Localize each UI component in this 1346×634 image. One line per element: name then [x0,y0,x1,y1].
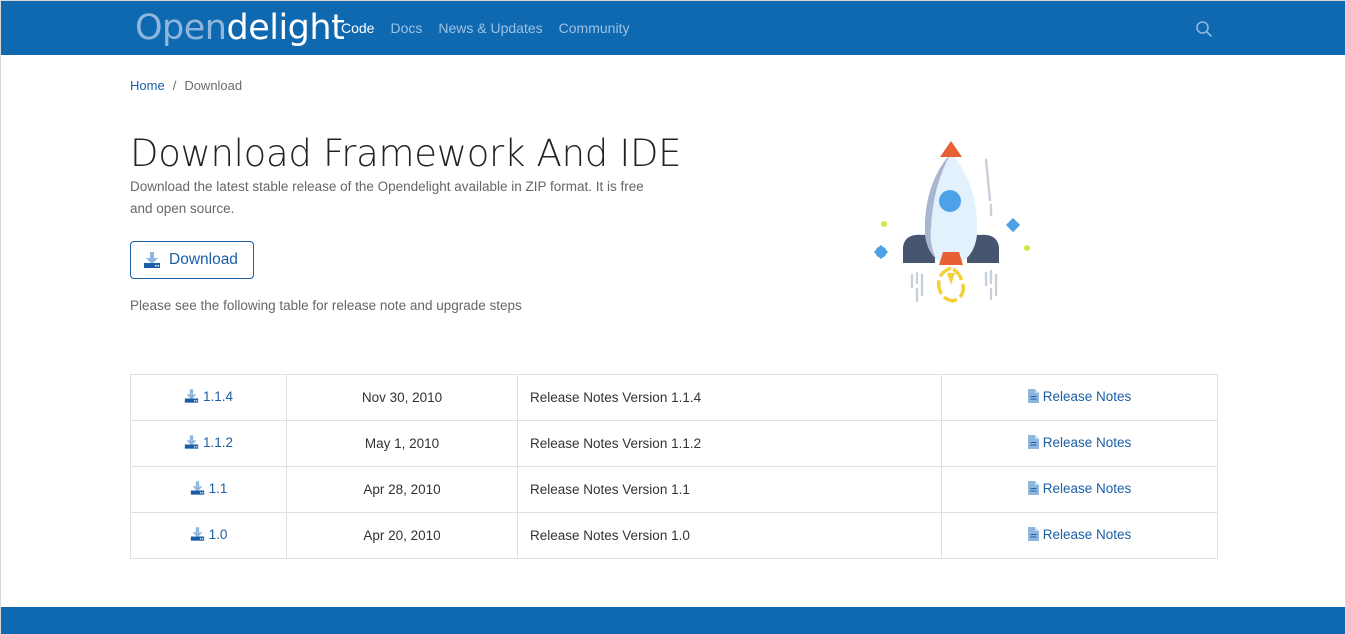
breadcrumb-current: Download [184,78,243,93]
release-notes-cell: Release Notes [941,466,1218,513]
page-title: Download Framework And IDE [130,132,682,175]
releases-table: 1.1.4 Nov 30, 2010 Release Notes Version… [130,374,1218,559]
rocket-window [939,190,961,212]
download-button-label: Download [169,251,238,268]
document-icon [1027,435,1039,450]
footer-bar [1,607,1345,634]
release-notes-link[interactable]: Release Notes [1027,480,1132,496]
release-description: Release Notes Version 1.1 [517,466,942,513]
release-notes-cell: Release Notes [941,420,1218,467]
table-row: 1.0 Apr 20, 2010 Release Notes Version 1… [130,512,1218,559]
nav-link-docs[interactable]: Docs [390,20,422,36]
top-navbar: Opendelight Code Docs News & Updates Com… [1,0,1345,55]
table-row: 1.1.2 May 1, 2010 Release Notes Version … [130,420,1218,467]
release-date: May 1, 2010 [286,420,518,467]
release-notes-label: Release Notes [1042,388,1132,404]
release-notes-link[interactable]: Release Notes [1027,434,1132,450]
release-table-note: Please see the following table for relea… [130,298,522,313]
nav-link-news-updates[interactable]: News & Updates [438,20,542,36]
version-cell: 1.1 [130,466,287,513]
nav-link-community[interactable]: Community [559,20,630,36]
download-icon [184,389,199,403]
download-icon [144,252,160,268]
dot-right [1024,245,1030,251]
star-left [873,244,889,260]
version-label: 1.1.2 [202,434,234,450]
table-row: 1.1.4 Nov 30, 2010 Release Notes Version… [130,374,1218,421]
download-icon [190,481,204,495]
version-label: 1.1.4 [202,388,234,404]
brand-logo-part2: delight [226,8,345,48]
nav-links: Code Docs News & Updates Community [341,20,645,36]
version-label: 1.0 [208,526,228,542]
breadcrumb-separator: / [172,78,177,93]
brand-logo-part1: Open [135,8,227,48]
release-notes-label: Release Notes [1042,480,1132,496]
release-date: Apr 28, 2010 [286,466,518,513]
release-description: Release Notes Version 1.1.2 [517,420,942,467]
release-description: Release Notes Version 1.1.4 [517,374,942,421]
version-download-link[interactable]: 1.1 [190,480,228,496]
release-notes-label: Release Notes [1042,526,1132,542]
search-icon[interactable] [1195,20,1213,38]
nav-link-code[interactable]: Code [341,20,374,36]
breadcrumb: Home / Download [130,78,242,93]
version-download-link[interactable]: 1.0 [190,526,228,542]
table-row: 1.1 Apr 28, 2010 Release Notes Version 1… [130,466,1218,513]
release-date: Apr 20, 2010 [286,512,518,559]
version-cell: 1.0 [130,512,287,559]
rocket-illustration [873,141,1030,303]
release-notes-cell: Release Notes [941,374,1218,421]
document-icon [1027,481,1039,496]
version-cell: 1.1.4 [130,374,287,421]
download-button[interactable]: Download [130,241,254,279]
release-date: Nov 30, 2010 [286,374,518,421]
breadcrumb-home[interactable]: Home [130,78,165,93]
version-cell: 1.1.2 [130,420,287,467]
rocket-nose [940,141,962,157]
rocket-engine [939,252,963,265]
document-icon [1027,389,1039,404]
dot-left [881,221,887,227]
brand-logo[interactable]: Opendelight [135,8,345,48]
release-notes-label: Release Notes [1042,434,1132,450]
version-label: 1.1 [208,480,228,496]
download-icon [184,435,199,449]
page-description: Download the latest stable release of th… [130,179,644,216]
release-notes-link[interactable]: Release Notes [1027,526,1132,542]
version-download-link[interactable]: 1.1.2 [184,435,233,450]
release-notes-cell: Release Notes [941,512,1218,559]
release-notes-link[interactable]: Release Notes [1027,388,1132,404]
download-icon [190,527,204,541]
release-description: Release Notes Version 1.0 [517,512,942,559]
star-right [1005,217,1021,233]
document-icon [1027,527,1039,542]
version-download-link[interactable]: 1.1.4 [184,389,233,404]
